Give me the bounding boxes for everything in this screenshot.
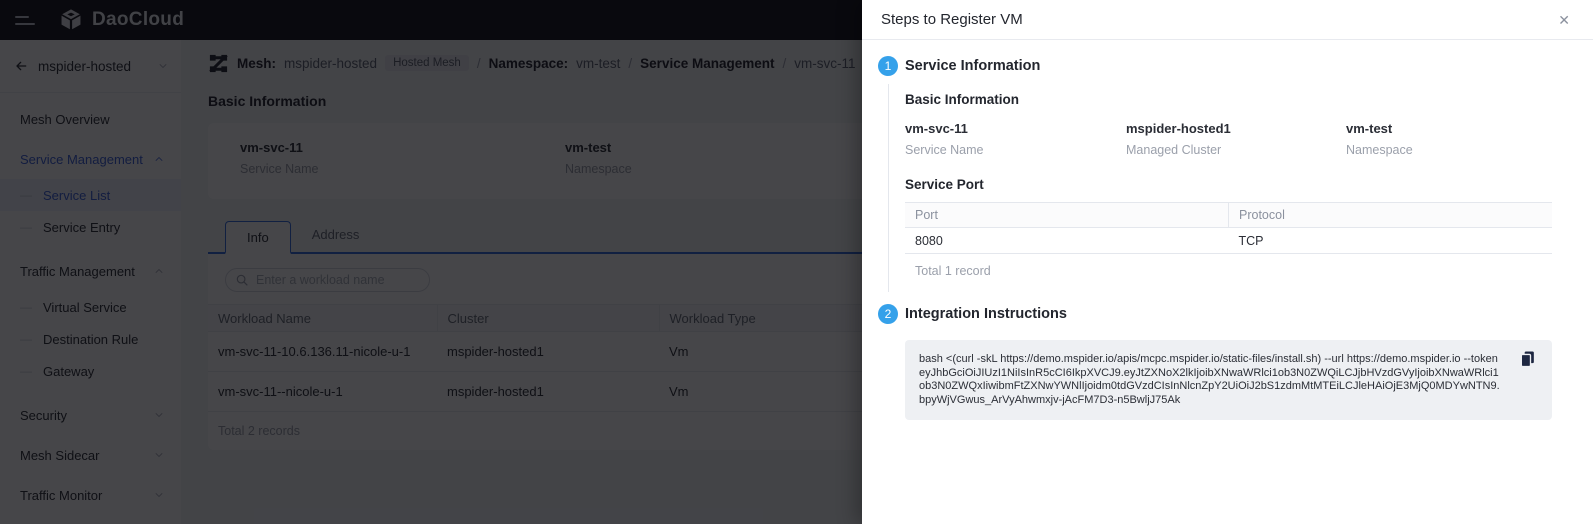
service-port-title: Service Port: [905, 177, 1552, 192]
column-port: Port: [905, 203, 1229, 228]
register-vm-drawer: Steps to Register VM ✕ 1 Service Informa…: [862, 0, 1593, 524]
install-command-text: bash <(curl -skL https://demo.mspider.io…: [919, 353, 1500, 406]
step-1-title: Service Information: [905, 56, 1552, 76]
install-command-block: bash <(curl -skL https://demo.mspider.io…: [905, 340, 1552, 420]
drawer-managed-cluster-field: mspider-hosted1 Managed Cluster: [1126, 121, 1346, 157]
drawer-header: Steps to Register VM ✕: [862, 0, 1593, 40]
step-2-title: Integration Instructions: [905, 304, 1552, 324]
service-port-table: Port Protocol 8080 TCP: [905, 202, 1552, 254]
drawer-service-name-field: vm-svc-11 Service Name: [905, 121, 1126, 157]
copy-icon[interactable]: [1518, 349, 1538, 372]
step-integration-instructions: 2 Integration Instructions bash <(curl -…: [862, 304, 1593, 420]
drawer-title: Steps to Register VM: [881, 11, 1554, 28]
port-table-total: Total 1 record: [905, 254, 1552, 278]
drawer-basic-info-title: Basic Information: [905, 92, 1552, 107]
drawer-namespace-field: vm-test Namespace: [1346, 121, 1552, 157]
step-service-information: 1 Service Information Basic Information …: [862, 56, 1593, 278]
step-2-badge: 2: [878, 304, 898, 324]
drawer-body: 1 Service Information Basic Information …: [862, 40, 1593, 420]
drawer-basic-info-fields: vm-svc-11 Service Name mspider-hosted1 M…: [905, 121, 1552, 157]
column-protocol: Protocol: [1229, 203, 1553, 228]
table-row: 8080 TCP: [905, 228, 1552, 254]
close-icon[interactable]: ✕: [1554, 9, 1574, 31]
step-1-badge: 1: [878, 56, 898, 76]
